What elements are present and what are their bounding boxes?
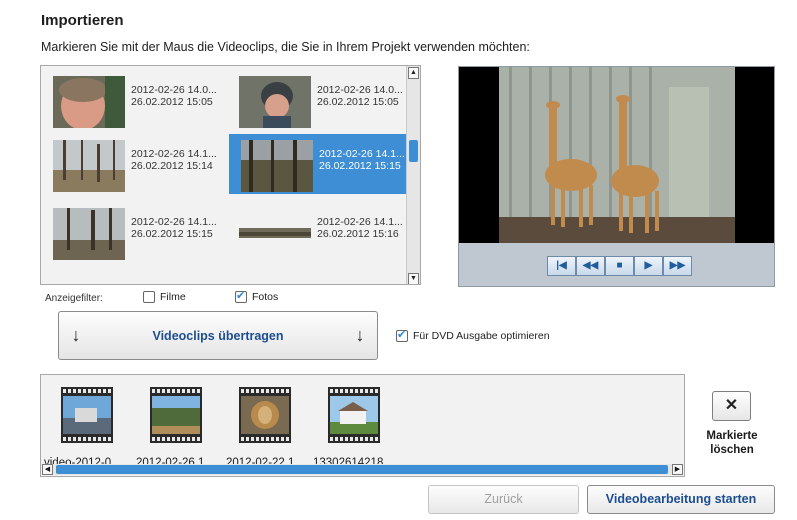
file-browser[interactable]: 2012-02-26 14.0... 26.02.2012 15:05 2012-… bbox=[40, 65, 421, 285]
list-item[interactable]: 2012-02-26 14.1... 26.02.2012 15:15 bbox=[41, 202, 229, 262]
clip-image bbox=[63, 396, 111, 434]
filter-photos[interactable]: Fotos bbox=[235, 289, 278, 303]
filter-label: Anzeigefilter: bbox=[45, 293, 103, 304]
horizontal-scrollbar[interactable]: ◀ ▶ bbox=[42, 464, 683, 475]
transfer-clips-button[interactable]: ↓ Videoclips übertragen ↓ bbox=[58, 311, 378, 360]
film-thumbnail bbox=[150, 387, 202, 443]
delete-marked-button[interactable]: ✕ bbox=[712, 391, 751, 421]
vertical-scrollbar[interactable]: ▲ ▼ bbox=[406, 66, 420, 284]
list-item-selected[interactable]: 2012-02-26 14.1... 26.02.2012 15:15 bbox=[229, 134, 417, 194]
selected-clips-strip[interactable]: video-2012-0... 2012-02-26 1... 2012-02-… bbox=[40, 374, 685, 477]
dvd-optimize-option[interactable]: Für DVD Ausgabe optimieren bbox=[396, 328, 550, 342]
scroll-right-icon[interactable]: ▶ bbox=[672, 464, 683, 475]
scroll-left-icon[interactable]: ◀ bbox=[42, 464, 53, 475]
thumbnail-image bbox=[241, 140, 313, 192]
thumbnail-image bbox=[53, 76, 125, 128]
list-item[interactable]: 2012-02-26 14.0... 26.02.2012 15:05 bbox=[227, 70, 415, 130]
clip-item[interactable]: 13302614218... bbox=[308, 387, 393, 469]
scroll-up-icon[interactable]: ▲ bbox=[408, 67, 419, 79]
list-item[interactable]: 2012-02-26 14.0... 26.02.2012 15:05 bbox=[41, 70, 229, 130]
fast-forward-icon[interactable]: ▶▶ bbox=[663, 256, 692, 276]
rewind-icon[interactable]: ◀◀ bbox=[576, 256, 605, 276]
play-icon[interactable]: ▶ bbox=[634, 256, 663, 276]
close-icon: ✕ bbox=[724, 397, 739, 414]
video-preview: |◀ ◀◀ ■ ▶ ▶▶ bbox=[458, 66, 775, 287]
clip-image bbox=[330, 396, 378, 434]
preview-image bbox=[459, 67, 774, 243]
skip-to-start-icon[interactable]: |◀ bbox=[547, 256, 576, 276]
page-title: Importieren bbox=[41, 12, 124, 29]
film-thumbnail bbox=[239, 387, 291, 443]
movies-checkbox[interactable] bbox=[143, 291, 155, 303]
photos-checkbox[interactable] bbox=[235, 289, 247, 303]
dvd-checkbox[interactable] bbox=[396, 328, 408, 342]
thumbnail-image bbox=[53, 140, 125, 192]
clip-item[interactable]: 2012-02-26 1... bbox=[130, 387, 214, 469]
playback-controls: |◀ ◀◀ ■ ▶ ▶▶ bbox=[547, 256, 692, 276]
instruction-text: Markieren Sie mit der Maus die Videoclip… bbox=[41, 40, 530, 54]
arrow-down-icon: ↓ bbox=[71, 325, 81, 345]
film-thumbnail bbox=[61, 387, 113, 443]
film-thumbnail bbox=[328, 387, 380, 443]
scroll-thumb[interactable] bbox=[409, 140, 418, 162]
list-item[interactable]: 2012-02-26 14.1... 26.02.2012 15:16 bbox=[227, 202, 415, 262]
list-item[interactable]: 2012-02-26 14.1... 26.02.2012 15:14 bbox=[41, 134, 229, 194]
clip-item[interactable]: video-2012-0... bbox=[41, 387, 121, 469]
filter-movies[interactable]: Filme bbox=[143, 291, 186, 303]
arrow-down-icon: ↓ bbox=[355, 325, 365, 345]
scroll-down-icon[interactable]: ▼ bbox=[408, 273, 419, 284]
stop-icon[interactable]: ■ bbox=[605, 256, 634, 276]
clip-image bbox=[241, 396, 289, 434]
scroll-thumb[interactable] bbox=[56, 465, 668, 474]
clip-image bbox=[152, 396, 200, 434]
clip-item[interactable]: 2012-02-22 1... bbox=[219, 387, 304, 469]
back-button[interactable]: Zurück bbox=[428, 485, 579, 514]
thumbnail-image bbox=[239, 228, 311, 238]
delete-marked-label: Markierte löschen bbox=[706, 430, 758, 456]
start-editing-button[interactable]: Videobearbeitung starten bbox=[587, 485, 775, 514]
thumbnail-image bbox=[53, 208, 125, 260]
thumbnail-image bbox=[239, 76, 311, 128]
